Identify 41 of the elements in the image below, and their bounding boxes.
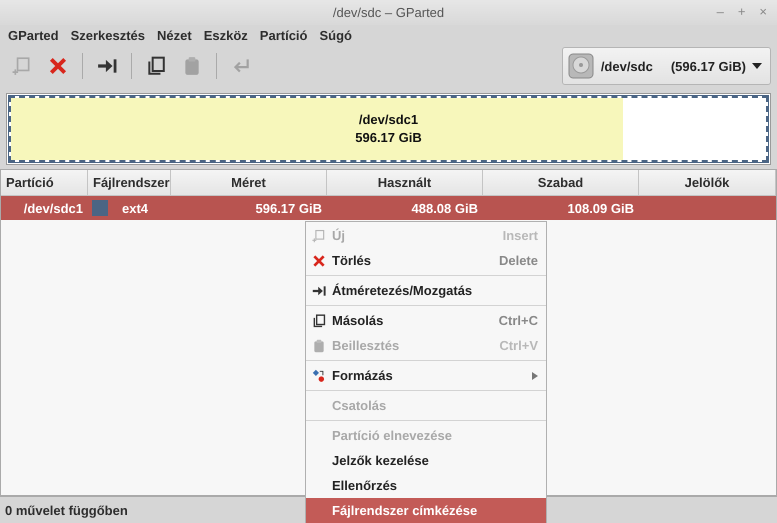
partition-cell-text: /dev/sdc1 bbox=[22, 200, 84, 216]
delete-icon bbox=[312, 254, 326, 268]
copy-icon bbox=[312, 314, 326, 328]
partition-name: /dev/sdc1 bbox=[358, 111, 418, 129]
menu-item[interactable]: GParted bbox=[8, 28, 59, 42]
dropdown-arrow-icon bbox=[752, 63, 762, 69]
context-menu-item[interactable]: Ellenőrzés bbox=[306, 473, 546, 498]
clipboard-icon bbox=[312, 338, 326, 352]
menu-item[interactable]: Eszköz bbox=[204, 28, 248, 42]
new-partition-icon bbox=[312, 228, 326, 242]
column-header[interactable]: Partíció bbox=[1, 170, 88, 196]
menu-item[interactable]: Súgó bbox=[319, 28, 352, 42]
partition-block[interactable]: /dev/sdc1 596.17 GiB bbox=[9, 96, 768, 162]
context-menu-item[interactable]: Törlés Delete bbox=[306, 248, 546, 273]
new-partition-icon bbox=[12, 56, 32, 76]
copy-icon bbox=[146, 56, 166, 76]
column-header[interactable]: Szabad bbox=[483, 170, 639, 196]
filesystem-cell: ext4 bbox=[122, 200, 148, 216]
column-header[interactable]: Méret bbox=[171, 170, 327, 196]
menu-item[interactable]: Partíció bbox=[260, 28, 308, 42]
column-header[interactable]: Fájlrendszer bbox=[88, 170, 171, 196]
column-header[interactable]: Jelölők bbox=[639, 170, 776, 196]
partition-row[interactable]: /dev/sdc1 ext4 596.17 GiB 488.08 GiB 108.09 GiB bbox=[1, 196, 776, 220]
window-title: /dev/sdc – GParted bbox=[332, 5, 444, 20]
context-menu-item[interactable]: Fájlrendszer címkézése bbox=[306, 498, 546, 523]
partition-size: 596.17 GiB bbox=[355, 129, 422, 147]
context-menu-item[interactable]: Formázás bbox=[306, 363, 546, 388]
delete-icon bbox=[48, 56, 68, 76]
menu-item[interactable]: Szerkesztés bbox=[70, 28, 146, 42]
status-text: 0 művelet függőben bbox=[5, 502, 128, 518]
used-cell-text: 488.08 GiB bbox=[410, 200, 479, 216]
device-selector[interactable]: /dev/sdc (596.17 GiB) bbox=[562, 47, 771, 85]
context-menu-item[interactable]: Jelzők kezelése bbox=[306, 448, 546, 473]
free-cell-text: 108.09 GiB bbox=[566, 200, 635, 216]
context-menu-item[interactable]: Másolás Ctrl+C bbox=[306, 308, 546, 333]
format-icon bbox=[312, 368, 326, 382]
column-header[interactable]: Használt bbox=[327, 170, 483, 196]
arrow-to-bar-icon bbox=[312, 284, 326, 298]
size-cell-text: 596.17 GiB bbox=[254, 200, 323, 216]
context-menu-item[interactable]: Átméretezés/Mozgatás bbox=[306, 278, 546, 303]
menu-item[interactable]: Nézet bbox=[157, 28, 192, 42]
